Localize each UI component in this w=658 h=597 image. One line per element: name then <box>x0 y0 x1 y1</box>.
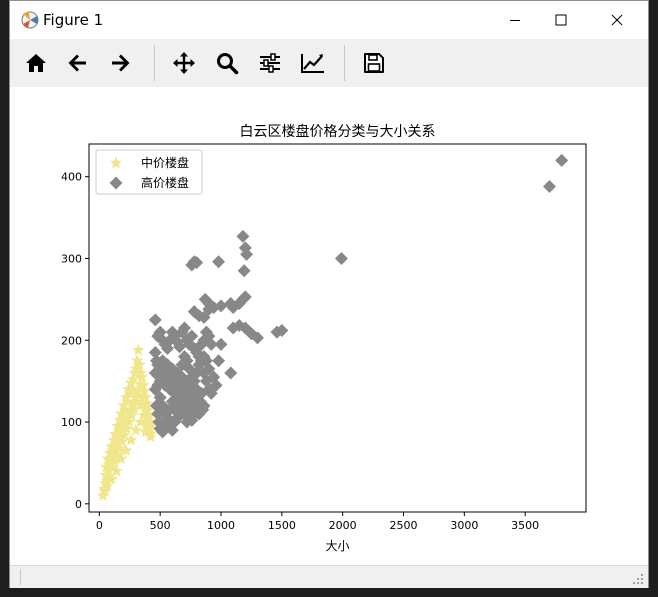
home-button[interactable] <box>18 45 54 81</box>
matplotlib-app-icon[interactable] <box>20 10 40 30</box>
chart-title: 白云区楼盘价格分类与大小关系 <box>240 123 436 140</box>
status-bar <box>10 565 648 588</box>
edit-axis-icon <box>301 54 324 73</box>
scatter-chart: 0 500 1000 1500 2000 2500 3000 3500 0 100 200 300 40… <box>61 123 587 553</box>
x-tick-label: 3000 <box>450 519 478 532</box>
points-layer <box>96 153 569 501</box>
x-tick-label: 500 <box>150 519 171 532</box>
zoom-button[interactable] <box>209 45 245 81</box>
data-point-high-price <box>543 180 557 194</box>
data-point-high-price <box>555 153 569 167</box>
x-axis-label: 大小 <box>325 539 349 553</box>
resize-grip-icon[interactable] <box>632 573 644 585</box>
y-tick-label: 100 <box>61 416 82 429</box>
data-point-high-price <box>224 366 238 380</box>
window-title: Figure 1 <box>43 11 104 29</box>
x-tick-label: 1500 <box>268 519 296 532</box>
data-point-high-price <box>212 354 226 368</box>
data-point-mid-price <box>132 343 145 356</box>
y-tick-label: 200 <box>61 334 82 347</box>
legend: 中价楼盘 高价楼盘 <box>95 149 203 195</box>
x-tick-label: 1000 <box>207 519 235 532</box>
figure-window: Figure 1 0 500 1000 1500 2000 2500 3000 … <box>9 0 649 588</box>
x-tick-label: 3500 <box>511 519 539 532</box>
data-point-high-price <box>148 313 162 327</box>
close-icon <box>611 14 623 26</box>
minimize-icon <box>510 20 520 21</box>
toolbar-separator <box>154 45 155 81</box>
toolbar-separator <box>344 45 345 81</box>
maximize-button[interactable] <box>538 1 584 39</box>
legend-label-mid-price: 中价楼盘 <box>141 155 189 170</box>
pan-button[interactable] <box>166 45 202 81</box>
back-arrow-icon <box>68 54 86 72</box>
x-tick-label: 0 <box>96 519 103 532</box>
home-icon <box>26 54 46 72</box>
legend-label-high-price: 高价楼盘 <box>141 175 189 190</box>
configure-subplots-icon <box>260 53 280 73</box>
minimize-button[interactable] <box>492 1 538 39</box>
plot-frame <box>88 143 587 513</box>
save-floppy-icon <box>364 53 384 73</box>
configure-subplots-button[interactable] <box>252 45 288 81</box>
data-point-high-price <box>212 255 226 269</box>
data-point-high-price <box>236 229 250 243</box>
forward-arrow-icon <box>112 54 130 72</box>
figure-canvas[interactable]: 0 500 1000 1500 2000 2500 3000 3500 0 100 200 300 40… <box>10 87 648 565</box>
data-point-high-price <box>237 264 251 278</box>
data-point-high-price <box>334 251 348 265</box>
data-point-high-price <box>214 337 228 351</box>
maximize-icon <box>555 14 567 26</box>
zoom-magnifier-icon <box>217 53 239 75</box>
y-tick-label: 0 <box>75 498 82 511</box>
x-tick-label: 2000 <box>329 519 357 532</box>
status-separator <box>20 569 21 585</box>
back-button[interactable] <box>60 45 96 81</box>
forward-button[interactable] <box>102 45 138 81</box>
edit-axis-button[interactable] <box>295 45 331 81</box>
save-button[interactable] <box>356 45 392 81</box>
pan-move-icon <box>173 52 195 74</box>
title-bar: Figure 1 <box>10 1 648 39</box>
ticks-layer: 0 500 1000 1500 2000 2500 3000 3500 0 100 200 300 40… <box>61 171 539 532</box>
navigation-toolbar <box>10 39 648 87</box>
close-button[interactable] <box>594 1 640 39</box>
x-tick-label: 2500 <box>390 519 418 532</box>
y-tick-label: 400 <box>61 171 82 184</box>
y-tick-label: 300 <box>61 252 82 265</box>
